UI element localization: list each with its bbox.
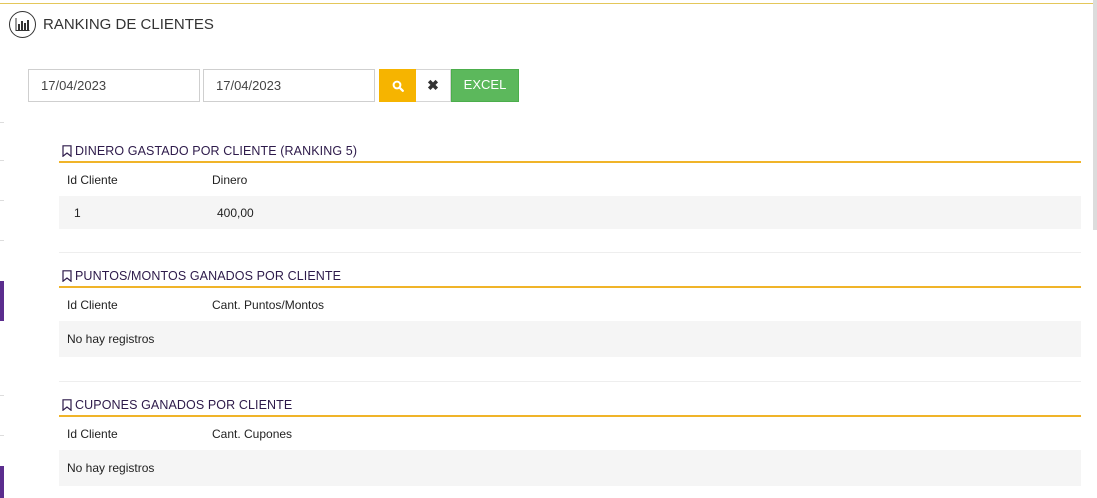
search-icon — [392, 80, 404, 92]
column-header: Id Cliente — [67, 426, 118, 441]
section-title-text: DINERO GASTADO POR CLIENTE (RANKING 5) — [75, 144, 358, 158]
section-points-earned: PUNTOS/MONTOS GANADOS POR CLIENTE Id Cli… — [59, 266, 1081, 357]
sidebar-divider — [0, 240, 4, 241]
table-row: 1 400,00 — [59, 196, 1081, 229]
bookmark-icon — [62, 399, 72, 411]
column-header: Id Cliente — [67, 297, 118, 312]
search-button[interactable] — [379, 69, 416, 102]
empty-row: No hay registros — [59, 321, 1081, 357]
sidebar-divider — [0, 200, 4, 201]
ranking-page: RANKING DE CLIENTES ✖ EXCEL DINERO GASTA… — [0, 0, 1097, 498]
top-border — [0, 3, 1093, 4]
scrollbar-track[interactable] — [1093, 0, 1097, 230]
section-divider — [59, 252, 1081, 253]
section-title: PUNTOS/MONTOS GANADOS POR CLIENTE — [59, 266, 1081, 288]
sidebar-divider — [0, 122, 4, 123]
table-header: Id Cliente Cant. Cupones — [59, 417, 1081, 450]
page-title: RANKING DE CLIENTES — [43, 16, 214, 33]
sidebar-active-indicator — [0, 281, 4, 321]
bar-chart-icon — [9, 11, 36, 38]
section-title: CUPONES GANADOS POR CLIENTE — [59, 395, 1081, 417]
bookmark-icon — [62, 145, 72, 157]
table-cell: 400,00 — [217, 205, 254, 220]
column-header: Cant. Cupones — [212, 426, 293, 441]
empty-message: No hay registros — [67, 332, 155, 346]
page-header: RANKING DE CLIENTES — [9, 11, 214, 38]
sidebar-divider — [0, 395, 4, 396]
close-icon: ✖ — [427, 77, 439, 93]
excel-export-button[interactable]: EXCEL — [451, 69, 519, 102]
filter-bar: ✖ EXCEL — [28, 69, 519, 102]
column-header: Cant. Puntos/Montos — [212, 297, 325, 312]
section-title: DINERO GASTADO POR CLIENTE (RANKING 5) — [59, 141, 1081, 163]
section-title-text: PUNTOS/MONTOS GANADOS POR CLIENTE — [75, 269, 342, 283]
table-header: Id Cliente Dinero — [59, 163, 1081, 196]
table-cell: 1 — [74, 205, 81, 220]
sidebar-divider — [0, 435, 4, 436]
table-header: Id Cliente Cant. Puntos/Montos — [59, 288, 1081, 321]
clear-button[interactable]: ✖ — [416, 69, 451, 102]
section-divider — [59, 381, 1081, 382]
sidebar-divider — [0, 160, 4, 161]
column-header: Dinero — [212, 172, 248, 187]
empty-message: No hay registros — [67, 461, 155, 475]
empty-row: No hay registros — [59, 450, 1081, 486]
section-title-text: CUPONES GANADOS POR CLIENTE — [75, 398, 293, 412]
section-money-spent: DINERO GASTADO POR CLIENTE (RANKING 5) I… — [59, 141, 1081, 229]
date-from-input[interactable] — [28, 69, 200, 102]
section-coupons-earned: CUPONES GANADOS POR CLIENTE Id Cliente C… — [59, 395, 1081, 486]
bookmark-icon — [62, 270, 72, 282]
date-to-input[interactable] — [203, 69, 375, 102]
column-header: Id Cliente — [67, 172, 118, 187]
sidebar-active-indicator — [0, 466, 4, 498]
